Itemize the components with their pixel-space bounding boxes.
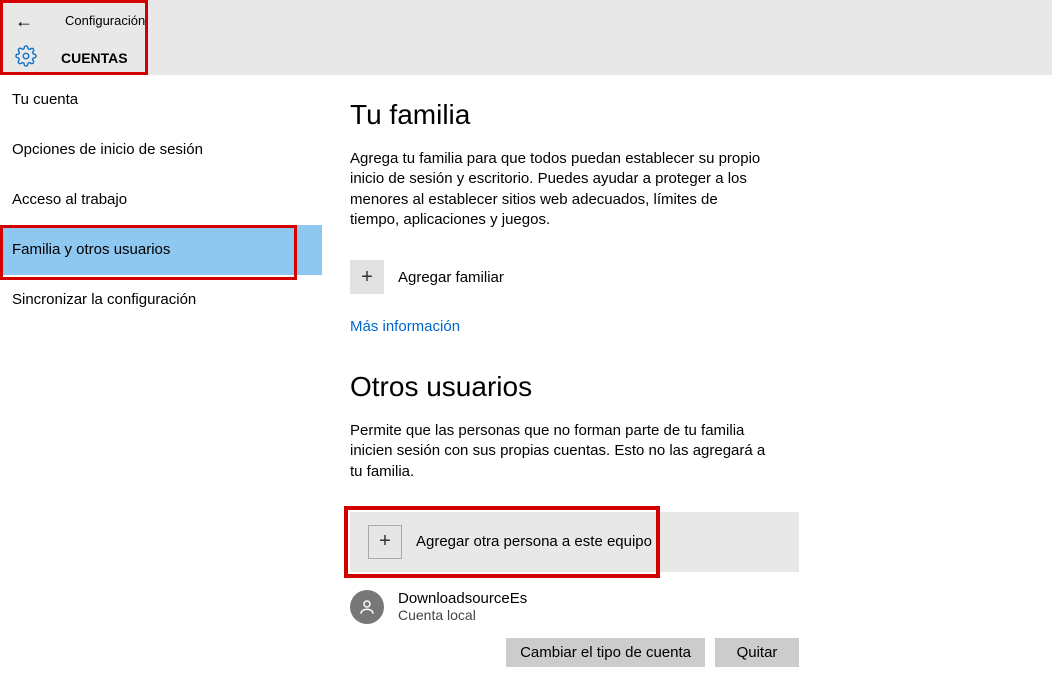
remove-button[interactable]: Quitar <box>715 638 799 667</box>
sidebar-item-acceso-trabajo[interactable]: Acceso al trabajo <box>0 175 322 225</box>
family-desc: Agrega tu familia para que todos puedan … <box>350 149 770 230</box>
add-other-label: Agregar otra persona a este equipo <box>416 533 652 550</box>
back-arrow-icon[interactable]: ← <box>15 11 33 32</box>
header-highlight-box: ← Configuración CUENTAS <box>0 0 148 75</box>
others-title: Otros usuarios <box>350 371 822 403</box>
sidebar-item-sincronizar[interactable]: Sincronizar la configuración <box>0 275 322 325</box>
plus-icon[interactable]: + <box>350 260 384 294</box>
add-family-row[interactable]: + Agregar familiar <box>350 260 822 294</box>
more-info-link[interactable]: Más información <box>350 318 460 335</box>
header-bar: ← Configuración CUENTAS <box>0 0 1052 75</box>
plus-icon[interactable]: + <box>368 525 402 559</box>
gear-icon[interactable] <box>15 45 37 71</box>
sidebar-item-familia[interactable]: Familia y otros usuarios <box>0 225 322 275</box>
sidebar: Tu cuenta Opciones de inicio de sesión A… <box>0 75 322 667</box>
avatar-icon <box>350 590 384 624</box>
change-account-type-button[interactable]: Cambiar el tipo de cuenta <box>506 638 705 667</box>
accounts-label: CUENTAS <box>61 50 128 66</box>
add-other-user-row[interactable]: + Agregar otra persona a este equipo <box>350 512 799 572</box>
user-name: DownloadsourceEs <box>398 590 527 607</box>
sidebar-item-tu-cuenta[interactable]: Tu cuenta <box>0 75 322 125</box>
others-desc: Permite que las personas que no forman p… <box>350 421 770 482</box>
user-type: Cuenta local <box>398 607 527 623</box>
add-family-label: Agregar familiar <box>398 269 504 286</box>
config-label: Configuración <box>65 13 145 28</box>
user-row[interactable]: DownloadsourceEs Cuenta local <box>350 582 799 630</box>
family-title: Tu familia <box>350 99 822 131</box>
sidebar-item-inicio-sesion[interactable]: Opciones de inicio de sesión <box>0 125 322 175</box>
main-panel: Tu familia Agrega tu familia para que to… <box>322 75 822 667</box>
